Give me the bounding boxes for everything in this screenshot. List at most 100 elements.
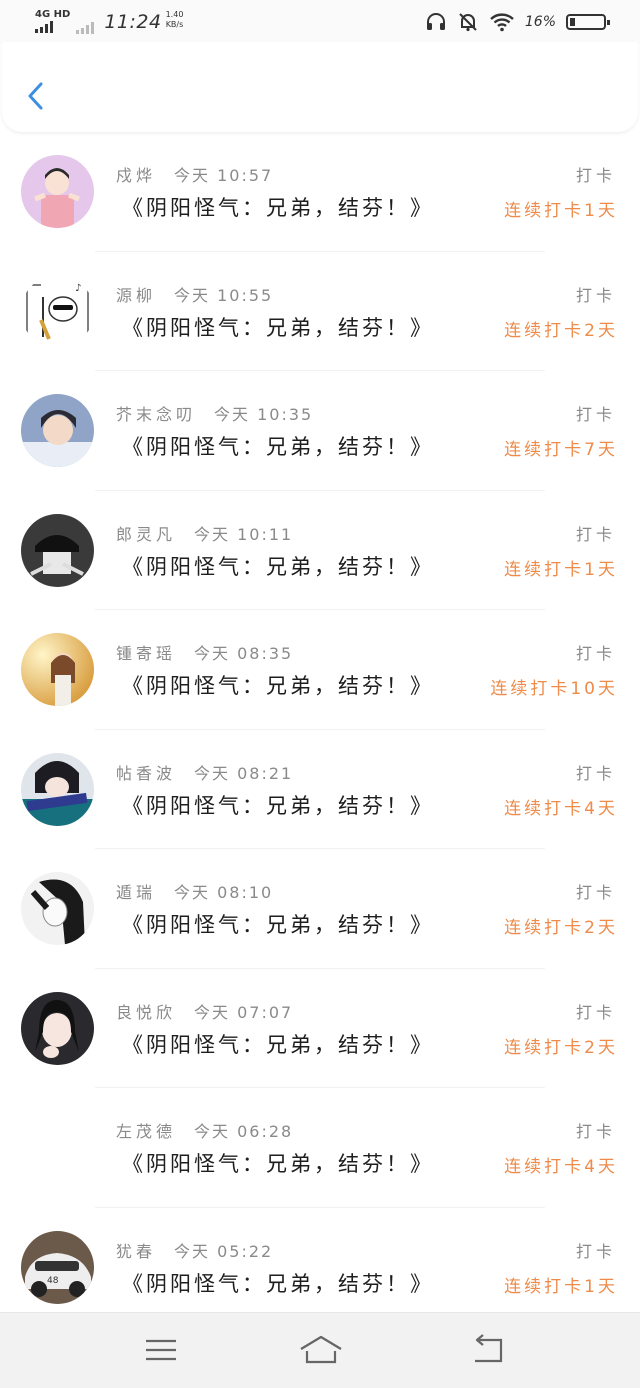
user-meta: 戍烨 今天 10:57 bbox=[116, 162, 273, 186]
home-icon[interactable] bbox=[298, 1333, 344, 1367]
item-title: 《阴阳怪气：兄弟，结芬！》 bbox=[122, 435, 434, 459]
user-name: 芥末念叨 bbox=[116, 405, 197, 424]
user-meta: 锺寄瑶 今天 08:35 bbox=[116, 640, 293, 664]
svg-text:♪: ♪ bbox=[75, 283, 81, 294]
user-meta: 源柳 今天 10:55 bbox=[116, 282, 273, 306]
item-title: 《阴阳怪气：兄弟，结芬！》 bbox=[122, 913, 434, 937]
user-meta: 左茂德 今天 06:28 bbox=[116, 1118, 293, 1142]
user-name: 郎灵凡 bbox=[116, 524, 177, 544]
post-time: 今天 07:07 bbox=[194, 1002, 294, 1022]
avatar[interactable] bbox=[21, 155, 94, 228]
avatar[interactable] bbox=[21, 394, 94, 467]
list-item[interactable]: 郎灵凡 今天 10:11 《阴阳怪气：兄弟，结芬！》 打卡 连续打卡1天 bbox=[0, 491, 640, 610]
avatar[interactable] bbox=[21, 633, 94, 706]
user-name: 源柳 bbox=[116, 285, 157, 305]
list-item[interactable]: 良悦欣 今天 07:07 《阴阳怪气：兄弟，结芬！》 打卡 连续打卡2天 bbox=[0, 969, 640, 1088]
user-meta: 芥末念叨 今天 10:35 bbox=[116, 401, 313, 425]
wifi-icon bbox=[490, 13, 514, 32]
header-bar bbox=[2, 42, 638, 132]
streak-label: 连续打卡10天 bbox=[490, 679, 618, 699]
item-title: 《阴阳怪气：兄弟，结芬！》 bbox=[122, 1152, 434, 1176]
avatar[interactable] bbox=[21, 752, 94, 826]
item-type: 打卡 bbox=[575, 166, 616, 185]
user-meta: 良悦欣 今天 07:07 bbox=[116, 999, 293, 1023]
item-title: 《阴阳怪气：兄弟，结芬！》 bbox=[122, 1032, 434, 1057]
streak-label: 连续打卡7天 bbox=[504, 440, 618, 460]
streak-label: 连续打卡4天 bbox=[504, 1157, 618, 1177]
avatar[interactable]: 48 bbox=[21, 1230, 94, 1304]
item-title: 《阴阳怪气：兄弟，结芬！》 bbox=[122, 793, 434, 818]
network-indicator: 4G HD bbox=[35, 10, 70, 33]
list-item[interactable]: 左茂德 今天 06:28 《阴阳怪气：兄弟，结芬！》 打卡 连续打卡4天 bbox=[0, 1088, 640, 1208]
item-type: 打卡 bbox=[575, 524, 616, 544]
user-meta: 郎灵凡 今天 10:11 bbox=[116, 521, 293, 545]
user-name: 左茂德 bbox=[116, 1122, 177, 1141]
checkin-list: 戍烨 今天 10:57 《阴阳怪气：兄弟，结芬！》 打卡 连续打卡1天 ♪ 源柳今… bbox=[0, 132, 640, 1327]
chevron-left-icon[interactable] bbox=[24, 78, 48, 114]
streak-label: 连续打卡2天 bbox=[504, 918, 618, 938]
post-time: 今天 10:11 bbox=[194, 524, 294, 544]
speed-unit: KB/s bbox=[165, 20, 184, 29]
item-type: 打卡 bbox=[575, 1122, 616, 1141]
avatar[interactable] bbox=[21, 991, 94, 1065]
system-nav-bar bbox=[0, 1312, 640, 1388]
streak-label: 连续打卡2天 bbox=[504, 320, 618, 341]
item-type: 打卡 bbox=[575, 1241, 616, 1261]
list-item[interactable]: 芥末念叨 今天 10:35 《阴阳怪气：兄弟，结芬！》 打卡 连续打卡7天 bbox=[0, 371, 640, 491]
post-time: 今天 10:55 bbox=[174, 285, 274, 305]
item-title: 《阴阳怪气：兄弟，结芬！》 bbox=[122, 196, 434, 220]
signal-icon bbox=[35, 21, 70, 33]
post-time: 今天 10:35 bbox=[214, 405, 314, 424]
user-meta: 帖香波 今天 08:21 bbox=[116, 760, 293, 784]
streak-label: 连续打卡1天 bbox=[504, 201, 618, 221]
item-type: 打卡 bbox=[575, 285, 616, 305]
speed-value: 1.40 bbox=[165, 10, 184, 19]
network-label: 4G HD bbox=[35, 9, 71, 20]
list-item[interactable]: 遁瑞 今天 08:10 《阴阳怪气：兄弟，结芬！》 打卡 连续打卡2天 bbox=[0, 849, 640, 969]
item-type: 打卡 bbox=[575, 883, 616, 902]
user-meta: 遁瑞 今天 08:10 bbox=[116, 879, 273, 903]
user-name: 戍烨 bbox=[116, 166, 157, 185]
network-speed: 1.40 KB/s bbox=[166, 10, 184, 30]
battery-icon bbox=[566, 14, 610, 30]
item-type: 打卡 bbox=[575, 1002, 616, 1022]
list-item[interactable]: ♪ 源柳 今天 10:55 《阴阳怪气：兄弟，结芬！》 打卡 连续打卡2天 bbox=[0, 252, 640, 371]
list-item[interactable]: 锺寄瑶 今天 08:35 《阴阳怪气：兄弟，结芬！》 打卡 连续打卡10天 bbox=[0, 610, 640, 730]
post-time: 今天 05:22 bbox=[174, 1241, 274, 1261]
status-time: 11:24 bbox=[104, 11, 162, 33]
streak-label: 连续打卡1天 bbox=[504, 1276, 618, 1297]
streak-label: 连续打卡2天 bbox=[504, 1037, 618, 1058]
item-type: 打卡 bbox=[575, 644, 616, 663]
status-right: 16% bbox=[425, 12, 610, 32]
avatar[interactable]: ♪ bbox=[21, 274, 94, 348]
post-time: 今天 08:21 bbox=[194, 763, 294, 783]
item-title: 《阴阳怪气：兄弟，结芬！》 bbox=[122, 554, 434, 579]
battery-percent: 16% bbox=[524, 14, 556, 30]
svg-text:48: 48 bbox=[47, 1276, 59, 1286]
user-name: 犹春 bbox=[116, 1241, 157, 1261]
list-item[interactable]: 戍烨 今天 10:57 《阴阳怪气：兄弟，结芬！》 打卡 连续打卡1天 bbox=[0, 132, 640, 252]
user-name: 锺寄瑶 bbox=[116, 644, 177, 663]
mute-bell-icon bbox=[459, 13, 477, 32]
back-arrow-icon[interactable] bbox=[469, 1333, 509, 1367]
headphones-icon bbox=[426, 13, 445, 30]
status-left: 4G HD 11:24 1.40 KB/s bbox=[35, 10, 183, 34]
item-type: 打卡 bbox=[575, 405, 616, 424]
user-name: 帖香波 bbox=[116, 763, 177, 783]
post-time: 今天 08:10 bbox=[174, 883, 274, 902]
avatar[interactable] bbox=[21, 1111, 94, 1184]
item-title: 《阴阳怪气：兄弟，结芬！》 bbox=[122, 315, 434, 340]
status-bar: 4G HD 11:24 1.40 KB/s 16% bbox=[0, 0, 640, 44]
post-time: 今天 08:35 bbox=[194, 644, 294, 663]
item-type: 打卡 bbox=[575, 763, 616, 783]
list-item[interactable]: 帖香波 今天 08:21 《阴阳怪气：兄弟，结芬！》 打卡 连续打卡4天 bbox=[0, 730, 640, 849]
menu-icon[interactable] bbox=[141, 1333, 181, 1367]
item-title: 《阴阳怪气：兄弟，结芬！》 bbox=[122, 674, 434, 698]
list-item[interactable]: 48 犹春 今天 05:22 《阴阳怪气：兄弟，结芬！》 打卡 连续打卡1天 bbox=[0, 1208, 640, 1328]
user-name: 良悦欣 bbox=[116, 1002, 177, 1022]
avatar[interactable] bbox=[21, 872, 94, 945]
streak-label: 连续打卡4天 bbox=[504, 798, 618, 819]
user-name: 遁瑞 bbox=[116, 883, 157, 902]
avatar[interactable] bbox=[21, 513, 94, 587]
streak-label: 连续打卡1天 bbox=[504, 559, 618, 580]
